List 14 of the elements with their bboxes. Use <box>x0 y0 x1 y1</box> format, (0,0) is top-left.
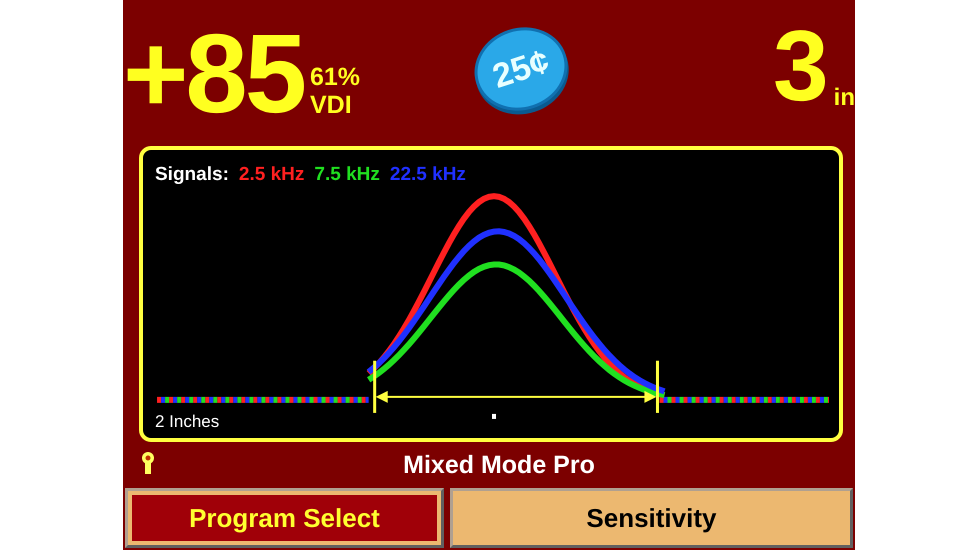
vdi-value: +85 <box>123 18 304 130</box>
legend-title: Signals: <box>155 164 229 186</box>
vdi-label: VDI <box>310 92 353 119</box>
frequency-label: 2.5 kHz <box>238 164 304 186</box>
frequency-label: 22.5 kHz <box>390 164 466 186</box>
depth-unit: in <box>834 84 855 112</box>
bulb-icon <box>141 450 155 476</box>
mode-title: Mixed Mode Pro <box>403 450 595 480</box>
percent-reading: 61% <box>310 64 360 92</box>
depth-value: 3 <box>773 16 826 116</box>
scale-label: 2 Inches <box>155 412 220 432</box>
frequency-label: 7.5 kHz <box>314 164 380 186</box>
menu-button[interactable]: Program Select <box>125 488 444 548</box>
menu-button[interactable]: Sensitivity <box>450 488 853 548</box>
